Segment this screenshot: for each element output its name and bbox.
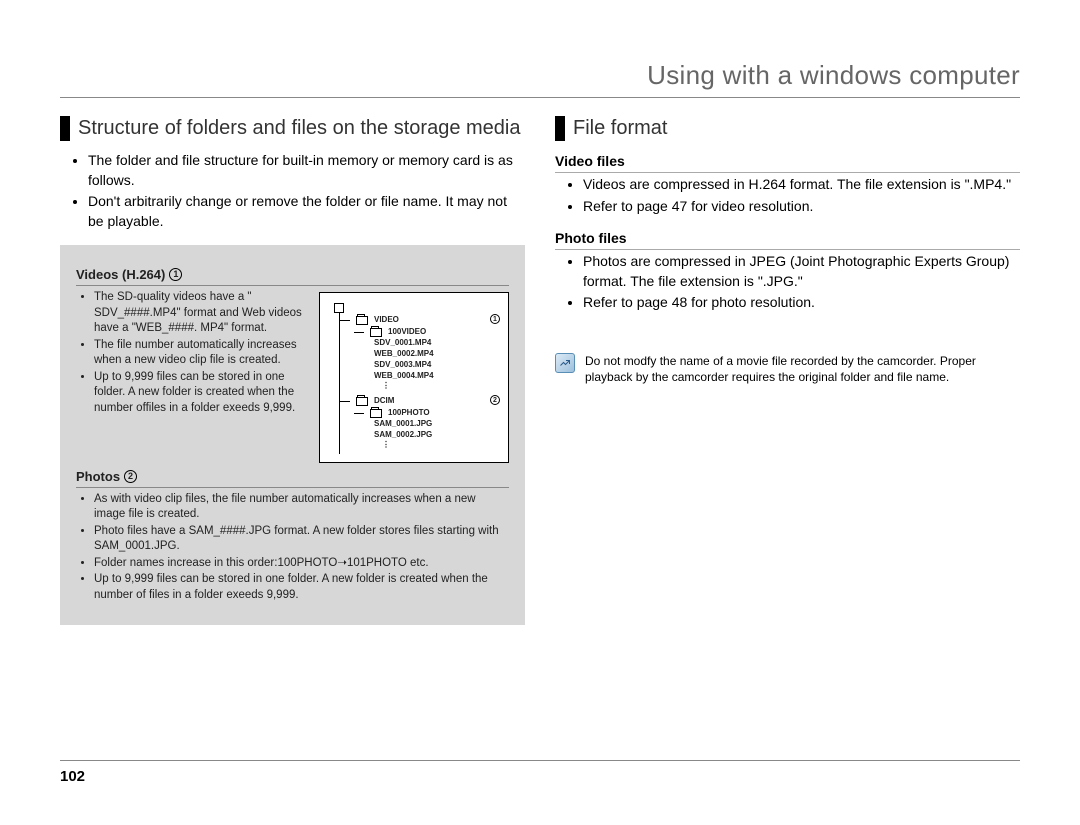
diagram-file-row: SDV_0003.MP4 bbox=[340, 359, 500, 370]
list-item: Up to 9,999 files can be stored in one f… bbox=[94, 370, 309, 417]
folder-icon bbox=[356, 397, 368, 406]
folder-label: DCIM bbox=[374, 397, 394, 406]
list-item: Refer to page 47 for video resolution. bbox=[583, 197, 1020, 217]
diagram-row: DCIM 2 bbox=[340, 394, 500, 406]
diagram-folder-row: VIDEO bbox=[340, 313, 399, 325]
file-label: WEB_0004.MP4 bbox=[374, 372, 434, 381]
list-item: The file number automatically increases … bbox=[94, 338, 309, 369]
diagram-file-row: SDV_0001.MP4 bbox=[340, 337, 500, 348]
manual-page: Using with a windows computer Structure … bbox=[0, 0, 1080, 825]
video-files-subhead: Video files bbox=[555, 153, 1020, 173]
note-callout: Do not modfy the name of a movie file re… bbox=[555, 353, 1020, 385]
two-column-layout: Structure of folders and files on the st… bbox=[60, 116, 1020, 625]
header-rule bbox=[60, 97, 1020, 98]
intro-item: The folder and file structure for built-… bbox=[88, 151, 525, 190]
diagram-folder-row: 100VIDEO bbox=[340, 325, 500, 337]
diagram-file-row: WEB_0002.MP4 bbox=[340, 348, 500, 359]
connector-line bbox=[340, 320, 350, 321]
circled-one-small: 1 bbox=[490, 314, 500, 324]
circled-two-icon: 2 bbox=[124, 470, 137, 483]
list-item: Videos are compressed in H.264 format. T… bbox=[583, 175, 1020, 195]
list-item: The SD-quality videos have a " SDV_####.… bbox=[94, 290, 309, 337]
videos-subhead-text: Videos (H.264) bbox=[76, 267, 165, 282]
folder-tree-diagram: VIDEO 1 100VIDEO SDV_0001.MP4 WEB_0002.M… bbox=[319, 292, 509, 462]
intro-list: The folder and file structure for built-… bbox=[60, 151, 525, 231]
file-label: SDV_0003.MP4 bbox=[374, 361, 431, 370]
page-header-title: Using with a windows computer bbox=[60, 60, 1020, 91]
diagram-file-row: WEB_0004.MP4 bbox=[340, 370, 500, 381]
intro-item: Don't arbitrarily change or remove the f… bbox=[88, 192, 525, 231]
list-item: Folder names increase in this order:100P… bbox=[94, 556, 509, 572]
connector-line bbox=[340, 401, 350, 402]
section-title-file-format: File format bbox=[555, 116, 1020, 141]
right-column: File format Video files Videos are compr… bbox=[555, 116, 1020, 625]
videos-subhead: Videos (H.264) 1 bbox=[76, 267, 509, 286]
note-icon bbox=[555, 353, 575, 373]
folder-icon bbox=[356, 316, 368, 325]
diagram-trunk: VIDEO 1 100VIDEO SDV_0001.MP4 WEB_0002.M… bbox=[339, 313, 500, 453]
diagram-folder-row: DCIM bbox=[340, 394, 394, 406]
page-number: 102 bbox=[60, 768, 85, 785]
folder-icon bbox=[370, 328, 382, 337]
diagram-ellipsis: ⋮ bbox=[340, 381, 500, 395]
connector-line bbox=[354, 413, 364, 414]
circled-one-icon: 1 bbox=[169, 268, 182, 281]
file-label: SAM_0002.JPG bbox=[374, 431, 432, 440]
diagram-row: VIDEO 1 bbox=[340, 313, 500, 325]
list-item: Refer to page 48 for photo resolution. bbox=[583, 293, 1020, 313]
gray-info-box: Videos (H.264) 1 The SD-quality videos h… bbox=[60, 245, 525, 625]
circled-two-small: 2 bbox=[490, 395, 500, 405]
photo-files-list: Photos are compressed in JPEG (Joint Pho… bbox=[555, 252, 1020, 313]
diagram-file-row: SAM_0002.JPG bbox=[340, 429, 500, 440]
list-item: Photo files have a SAM_####.JPG format. … bbox=[94, 524, 509, 555]
connector-line bbox=[354, 332, 364, 333]
left-column: Structure of folders and files on the st… bbox=[60, 116, 525, 625]
diagram-folder-row: 100PHOTO bbox=[340, 406, 500, 418]
videos-text-block: The SD-quality videos have a " SDV_####.… bbox=[76, 290, 309, 424]
folder-label: 100VIDEO bbox=[388, 328, 426, 337]
videos-list: The SD-quality videos have a " SDV_####.… bbox=[76, 290, 309, 416]
photos-subhead: Photos 2 bbox=[76, 469, 509, 488]
photo-files-subhead: Photo files bbox=[555, 230, 1020, 250]
diagram-root bbox=[334, 303, 500, 313]
root-box-icon bbox=[334, 303, 344, 313]
list-item: As with video clip files, the file numbe… bbox=[94, 492, 509, 523]
section-title-structure: Structure of folders and files on the st… bbox=[60, 116, 525, 141]
list-item: Up to 9,999 files can be stored in one f… bbox=[94, 572, 509, 603]
diagram-file-row: SAM_0001.JPG bbox=[340, 418, 500, 429]
photos-subhead-text: Photos bbox=[76, 469, 120, 484]
video-files-list: Videos are compressed in H.264 format. T… bbox=[555, 175, 1020, 216]
folder-icon bbox=[370, 409, 382, 418]
file-label: WEB_0002.MP4 bbox=[374, 350, 434, 359]
diagram-ellipsis: ⋮ bbox=[340, 440, 500, 454]
file-label: SAM_0001.JPG bbox=[374, 420, 432, 429]
photos-list: As with video clip files, the file numbe… bbox=[76, 492, 509, 604]
file-label: SDV_0001.MP4 bbox=[374, 339, 431, 348]
folder-label: VIDEO bbox=[374, 316, 399, 325]
videos-row: The SD-quality videos have a " SDV_####.… bbox=[76, 290, 509, 462]
folder-label: 100PHOTO bbox=[388, 409, 430, 418]
note-text: Do not modfy the name of a movie file re… bbox=[585, 353, 1014, 385]
footer-rule bbox=[60, 760, 1020, 761]
list-item: Photos are compressed in JPEG (Joint Pho… bbox=[583, 252, 1020, 291]
